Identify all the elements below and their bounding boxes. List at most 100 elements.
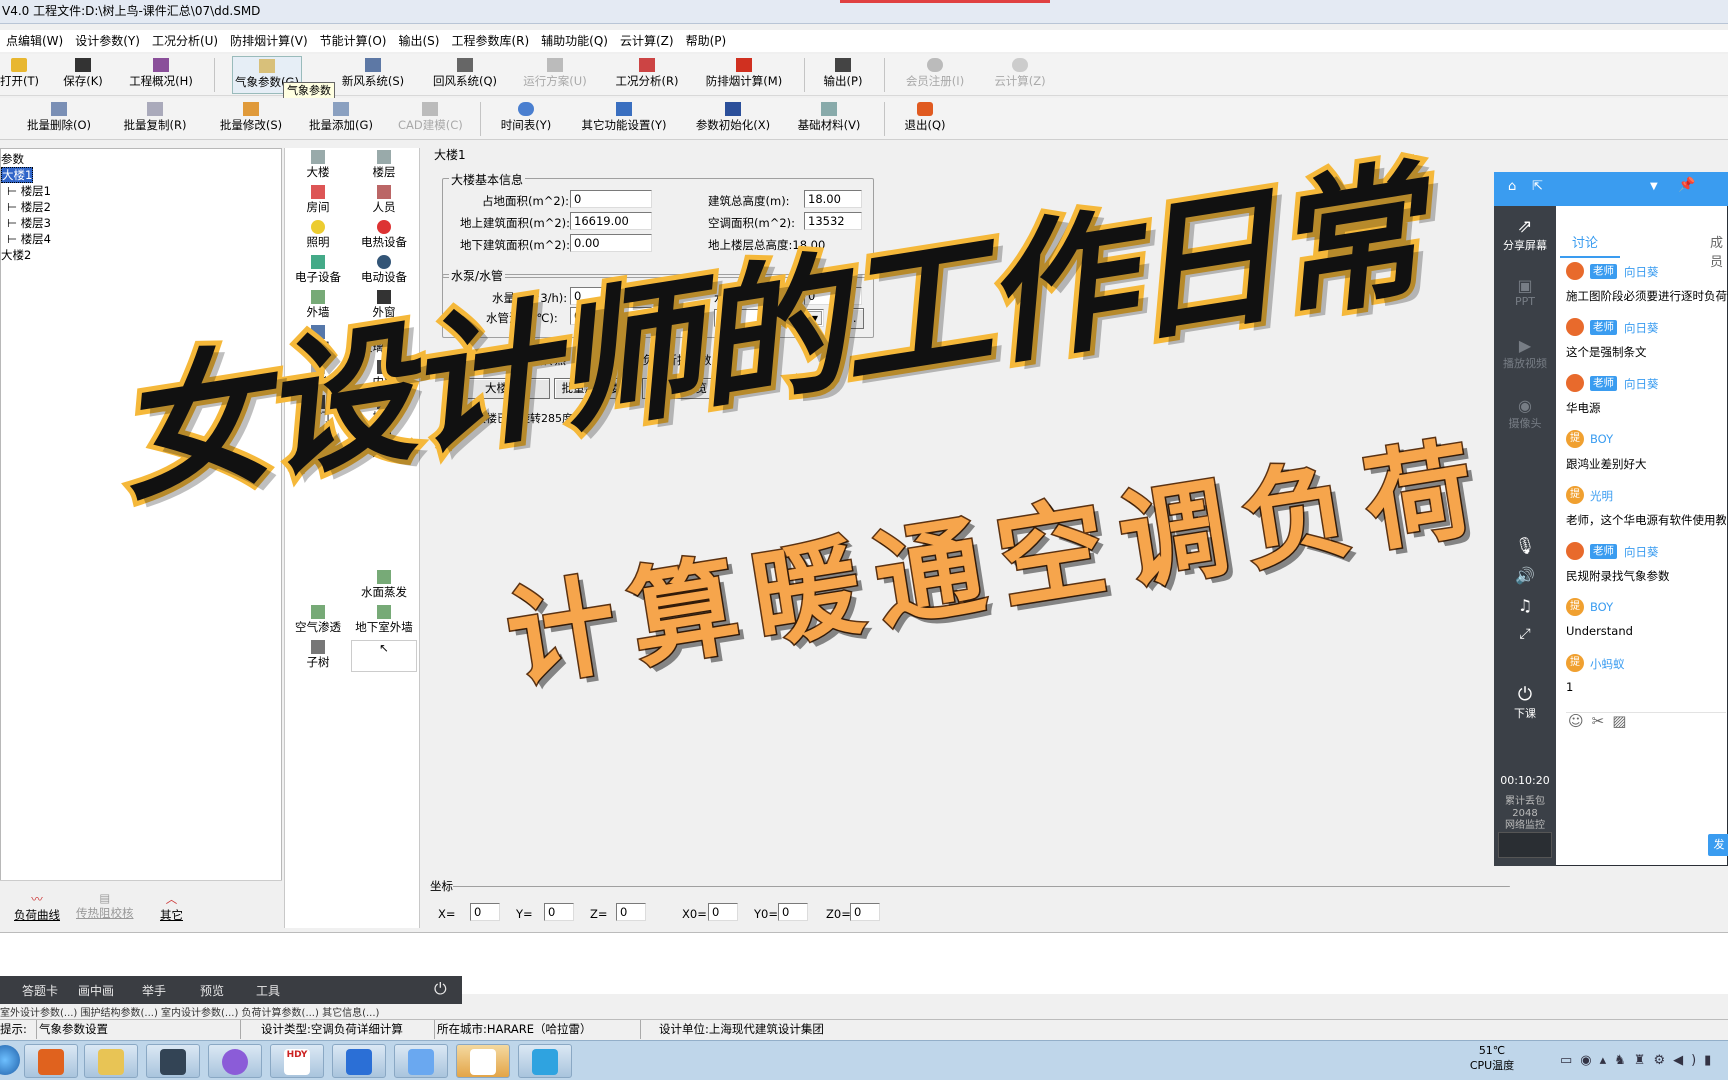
camera-button[interactable]: ◉ 摄像头 — [1494, 396, 1556, 431]
menu-output[interactable]: 输出(S) — [392, 30, 445, 52]
send-button[interactable]: 发 — [1708, 834, 1728, 856]
home-icon[interactable]: ⌂ — [1508, 179, 1516, 194]
z-field[interactable] — [616, 903, 646, 921]
raise-hand-button[interactable]: 举手 — [142, 982, 166, 999]
menu-condition-analysis[interactable]: 工况分析(U) — [146, 30, 224, 52]
design-type: 设计类型:空调负荷详细计算 — [240, 1020, 430, 1039]
palette-basement-wall[interactable]: 地下室外墙 — [351, 605, 417, 635]
y0-field[interactable] — [778, 903, 808, 921]
schedule-button[interactable]: 时间表(Y) — [496, 100, 556, 138]
overview-button[interactable]: 工程概况(H) — [126, 56, 196, 94]
menu-help[interactable]: 帮助(P) — [680, 30, 733, 52]
menu-design-params[interactable]: 设计参数(Y) — [69, 30, 146, 52]
emoji-icon[interactable]: ☺ — [1568, 712, 1592, 730]
tools-button[interactable]: 工具 — [256, 982, 280, 999]
exit-button[interactable]: 退出(Q) — [900, 100, 950, 138]
x0-field[interactable] — [708, 903, 738, 921]
other-tab[interactable]: ︿ 其它 — [160, 891, 183, 923]
palette-person[interactable]: 人员 — [351, 185, 417, 215]
palette-room[interactable]: 房间 — [285, 185, 351, 215]
tree-floor[interactable]: ⊢ 楼层4 — [7, 231, 51, 247]
ppt-button[interactable]: ▣ PPT — [1494, 276, 1556, 308]
batch-modify-button[interactable]: 批量修改(S) — [216, 100, 286, 138]
base-material-button[interactable]: 基础材料(V) — [794, 100, 864, 138]
taskbar-explorer[interactable] — [84, 1044, 138, 1078]
sender-name: 向日葵 — [1624, 265, 1659, 279]
preview-button[interactable]: 预览 — [200, 982, 224, 999]
sender-name: 光明 — [1590, 489, 1613, 503]
cloud-calc-button[interactable]: 云计算(Z) — [990, 56, 1050, 94]
design-unit: 设计单位:上海现代建筑设计集团 — [640, 1020, 896, 1039]
tab-discussion[interactable]: 讨论 — [1572, 232, 1598, 251]
chevron-down-icon[interactable]: ▼ — [1650, 181, 1658, 192]
power-icon[interactable]: ⏻ — [434, 979, 447, 999]
menu-cloud[interactable]: 云计算(Z) — [614, 30, 680, 52]
taskbar-hdy[interactable]: HDY — [270, 1044, 324, 1078]
taskbar-app3[interactable] — [146, 1044, 200, 1078]
start-icon[interactable] — [0, 1045, 20, 1075]
z0-field[interactable] — [850, 903, 880, 921]
y-field[interactable] — [544, 903, 574, 921]
batch-delete-button[interactable]: 批量删除(O) — [24, 100, 94, 138]
share-screen-button[interactable]: ⇗ 分享屏幕 — [1494, 216, 1556, 253]
palette-subtree[interactable]: 子树 — [285, 640, 351, 670]
condition-button[interactable]: 工况分析(R) — [612, 56, 682, 94]
tree-floor[interactable]: ⊢ 楼层2 — [7, 199, 51, 215]
tree-building-2[interactable]: 大楼2 — [1, 247, 31, 263]
palette-floor[interactable]: 楼层 — [351, 150, 417, 180]
acs-icon — [38, 1049, 64, 1075]
run-plan-button[interactable]: 运行方案(U) — [520, 56, 590, 94]
above-area-field[interactable] — [570, 212, 652, 230]
x-field[interactable] — [470, 903, 500, 921]
palette-electric-heat[interactable]: 电热设备 — [351, 220, 417, 250]
member-register-button[interactable]: 会员注册(I) — [900, 56, 970, 94]
tree-floor[interactable]: ⊢ 楼层1 — [7, 183, 51, 199]
param-init-button[interactable]: 参数初始化(X) — [692, 100, 774, 138]
transfer-check-tab[interactable]: ▤ 传热阻校核 — [76, 891, 134, 921]
taskbar-wps[interactable] — [332, 1044, 386, 1078]
menu-param-library[interactable]: 工程参数库(R) — [445, 30, 535, 52]
answer-card-button[interactable]: 答题卡 — [22, 982, 58, 999]
taskbar-acs[interactable] — [24, 1044, 78, 1078]
tab-underline — [1560, 256, 1620, 258]
menu-assist[interactable]: 辅助功能(Q) — [535, 30, 614, 52]
output-button[interactable]: 输出(P) — [818, 56, 868, 94]
palette-building[interactable]: 大楼 — [285, 150, 351, 180]
scissors-icon[interactable]: ✂ — [1592, 712, 1613, 730]
palette-pointer[interactable]: ↖ — [351, 640, 417, 672]
batch-add-button[interactable]: 批量添加(G) — [306, 100, 376, 138]
pip-button[interactable]: 画中画 — [78, 982, 114, 999]
title-bar: V4.0 工程文件:D:\树上鸟-课件汇总\07\dd.SMD — [0, 0, 1728, 24]
popout-icon[interactable]: ⇱ — [1532, 179, 1543, 194]
taskbar-app9[interactable] — [518, 1044, 572, 1078]
load-curve-tab[interactable]: 〰负荷曲线 — [14, 891, 60, 923]
menu-point-edit[interactable]: 点编辑(W) — [0, 30, 69, 52]
tray-icons[interactable]: ▭◉▴♞♜⚙◀)▮ — [1560, 1053, 1719, 1068]
play-video-button[interactable]: ▶ 播放视频 — [1494, 336, 1556, 371]
image-icon[interactable]: ▨ — [1612, 712, 1634, 730]
end-class-button[interactable]: ⏻ 下课 — [1494, 684, 1556, 721]
palette-lighting[interactable]: 照明 — [285, 220, 351, 250]
tree-root[interactable]: 参数 — [1, 151, 24, 167]
taskbar-app8[interactable] — [456, 1044, 510, 1078]
tab-members[interactable]: 成员 — [1710, 232, 1728, 270]
fullscreen-icon[interactable]: ⤢ — [1494, 626, 1556, 642]
init-icon — [725, 102, 741, 116]
land-area-field[interactable] — [570, 190, 652, 208]
open-button[interactable]: 打开(T) — [0, 56, 39, 94]
batch-copy-button[interactable]: 批量复制(R) — [120, 100, 190, 138]
music-icon[interactable]: ♫ — [1494, 596, 1556, 615]
save-button[interactable]: 保存(K) — [60, 56, 106, 94]
cad-model-button[interactable]: CAD建模(C) — [398, 100, 463, 138]
menu-energy-calc[interactable]: 节能计算(O) — [314, 30, 393, 52]
smoke-calc-button[interactable]: 防排烟计算(M) — [704, 56, 784, 94]
other-settings-button[interactable]: 其它功能设置(Y) — [578, 100, 670, 138]
tree-building-1[interactable]: 大楼1 — [1, 167, 34, 183]
tree-floor[interactable]: ⊢ 楼层3 — [7, 215, 51, 231]
fresh-air-button[interactable]: 新风系统(S) — [338, 56, 408, 94]
return-air-button[interactable]: 回风系统(Q) — [430, 56, 500, 94]
taskbar-app4[interactable] — [208, 1044, 262, 1078]
menu-smoke-calc[interactable]: 防排烟计算(V) — [224, 30, 314, 52]
pin-icon[interactable]: 📌 — [1678, 177, 1695, 193]
taskbar-app7[interactable] — [394, 1044, 448, 1078]
